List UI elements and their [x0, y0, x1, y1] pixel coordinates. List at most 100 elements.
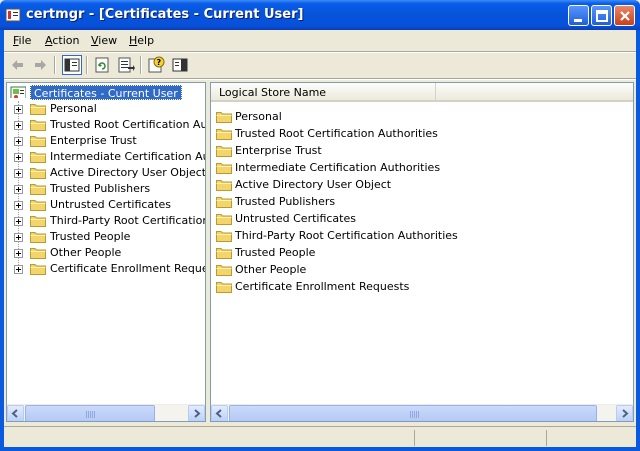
- menu-bar: File Action View Help: [4, 30, 636, 51]
- minimize-button[interactable]: [568, 5, 589, 26]
- tree-horizontal-scrollbar[interactable]: [7, 404, 205, 421]
- scroll-left-button[interactable]: [7, 405, 24, 421]
- chevron-left-icon: [11, 409, 18, 418]
- scroll-thumb[interactable]: [229, 405, 597, 421]
- title-bar[interactable]: certmgr - [Certificates - Current User]: [0, 0, 640, 30]
- tree-node-label: Untrusted Certificates: [50, 198, 171, 211]
- back-button[interactable]: [8, 55, 28, 75]
- column-header-logical-store-name[interactable]: Logical Store Name: [211, 83, 436, 101]
- scroll-right-button[interactable]: [616, 405, 633, 421]
- certmgr-app-icon: [5, 8, 21, 22]
- chevron-right-icon: [194, 409, 201, 418]
- list-horizontal-scrollbar[interactable]: [211, 404, 633, 421]
- toolbar: ?: [4, 53, 636, 77]
- tree-node[interactable]: Trusted People: [7, 229, 205, 245]
- folder-icon: [216, 231, 232, 242]
- menu-action-label: ction: [52, 34, 80, 47]
- show-hide-console-tree-button[interactable]: [62, 55, 82, 75]
- expand-plus-icon[interactable]: [14, 249, 23, 258]
- status-cell: [414, 430, 546, 446]
- tree-node[interactable]: Trusted Root Certification Authorities: [7, 117, 205, 133]
- help-button[interactable]: ?: [146, 55, 166, 75]
- toolbar-separator: [140, 56, 142, 74]
- list-item-label: Enterprise Trust: [235, 144, 322, 157]
- folder-icon: [30, 264, 46, 275]
- tree-node[interactable]: Other People: [7, 245, 205, 261]
- refresh-button[interactable]: [92, 55, 112, 75]
- folder-icon: [30, 184, 46, 195]
- expand-plus-icon[interactable]: [14, 137, 23, 146]
- expand-plus-icon[interactable]: [14, 169, 23, 178]
- expand-plus-icon[interactable]: [14, 201, 23, 210]
- scroll-left-button[interactable]: [211, 405, 228, 421]
- tree-node-label: Enterprise Trust: [50, 134, 137, 147]
- folder-icon: [30, 216, 46, 227]
- list-item-label: Third-Party Root Certification Authoriti…: [235, 229, 458, 242]
- app-window: certmgr - [Certificates - Current User] …: [0, 0, 640, 451]
- menu-view-label: iew: [98, 34, 118, 47]
- tree-root-label: Certificates - Current User: [30, 85, 182, 100]
- folder-icon: [30, 152, 46, 163]
- scroll-thumb[interactable]: [25, 405, 155, 421]
- tree-node-label: Trusted Root Certification Authorities: [50, 118, 206, 131]
- expand-plus-icon[interactable]: [14, 265, 23, 274]
- forward-arrow-icon: [35, 60, 46, 70]
- back-arrow-icon: [12, 60, 23, 70]
- status-bar: [4, 426, 636, 447]
- tree-node[interactable]: Untrusted Certificates: [7, 197, 205, 213]
- folder-icon: [216, 248, 232, 259]
- expand-plus-icon[interactable]: [14, 233, 23, 242]
- menu-file[interactable]: File: [13, 34, 31, 47]
- show-hide-console-tree-icon: [64, 58, 80, 72]
- folder-icon: [216, 163, 232, 174]
- window-title: certmgr - [Certificates - Current User]: [26, 7, 304, 22]
- console-tree-pane[interactable]: Certificates - Current User Personal Trus…: [6, 82, 206, 422]
- list-item-label: Trusted Publishers: [235, 195, 336, 208]
- list-item-label: Trusted Root Certification Authorities: [235, 127, 438, 140]
- folder-icon: [30, 168, 46, 179]
- tree-node-label: Active Directory User Object: [50, 166, 206, 179]
- tree-node[interactable]: Trusted Publishers: [7, 181, 205, 197]
- minimize-icon: [574, 19, 582, 22]
- expand-plus-icon[interactable]: [14, 153, 23, 162]
- tree-node[interactable]: Certificate Enrollment Requests: [7, 261, 205, 277]
- close-button[interactable]: [614, 5, 635, 26]
- tree-node[interactable]: Personal: [7, 101, 205, 117]
- folder-icon: [216, 214, 232, 225]
- tree-node[interactable]: Enterprise Trust: [7, 133, 205, 149]
- results-pane[interactable]: Logical Store Name Personal Trusted Root …: [210, 82, 634, 422]
- list-item-label: Other People: [235, 263, 307, 276]
- menu-help[interactable]: Help: [129, 34, 154, 47]
- tree-node-label: Intermediate Certification Authorities: [50, 150, 205, 163]
- scroll-right-button[interactable]: [188, 405, 205, 421]
- tree-node[interactable]: Third-Party Root Certification Authoriti…: [7, 213, 205, 229]
- folder-icon: [216, 129, 232, 140]
- export-list-icon: [118, 57, 135, 73]
- list-item-label: Trusted People: [235, 246, 316, 259]
- menu-file-label: ile: [18, 34, 32, 47]
- menu-view[interactable]: View: [91, 34, 117, 47]
- export-list-button[interactable]: [116, 55, 136, 75]
- show-hide-action-pane-button[interactable]: [170, 55, 190, 75]
- tree-node-label: Trusted People: [50, 230, 131, 243]
- maximize-button[interactable]: [591, 5, 612, 26]
- expand-plus-icon[interactable]: [14, 185, 23, 194]
- menu-action[interactable]: Action: [45, 34, 79, 47]
- expand-plus-icon[interactable]: [14, 121, 23, 130]
- expand-plus-icon[interactable]: [14, 217, 23, 226]
- folder-icon: [216, 112, 232, 123]
- tree-node-label: Trusted Publishers: [50, 182, 151, 195]
- tree-node[interactable]: Intermediate Certification Authorities: [7, 149, 205, 165]
- help-icon: ?: [148, 56, 165, 73]
- svg-text:?: ?: [157, 58, 162, 67]
- folder-icon: [216, 146, 232, 157]
- expand-plus-icon[interactable]: [14, 105, 23, 114]
- refresh-icon: [95, 57, 109, 73]
- toolbar-separator: [54, 56, 56, 74]
- folder-icon: [30, 104, 46, 115]
- tree-node[interactable]: Active Directory User Object: [7, 165, 205, 181]
- forward-button[interactable]: [30, 55, 50, 75]
- client-area: File Action View Help ? Certificates - C…: [4, 30, 636, 447]
- folder-icon: [30, 200, 46, 211]
- list-item-label: Active Directory User Object: [235, 178, 392, 191]
